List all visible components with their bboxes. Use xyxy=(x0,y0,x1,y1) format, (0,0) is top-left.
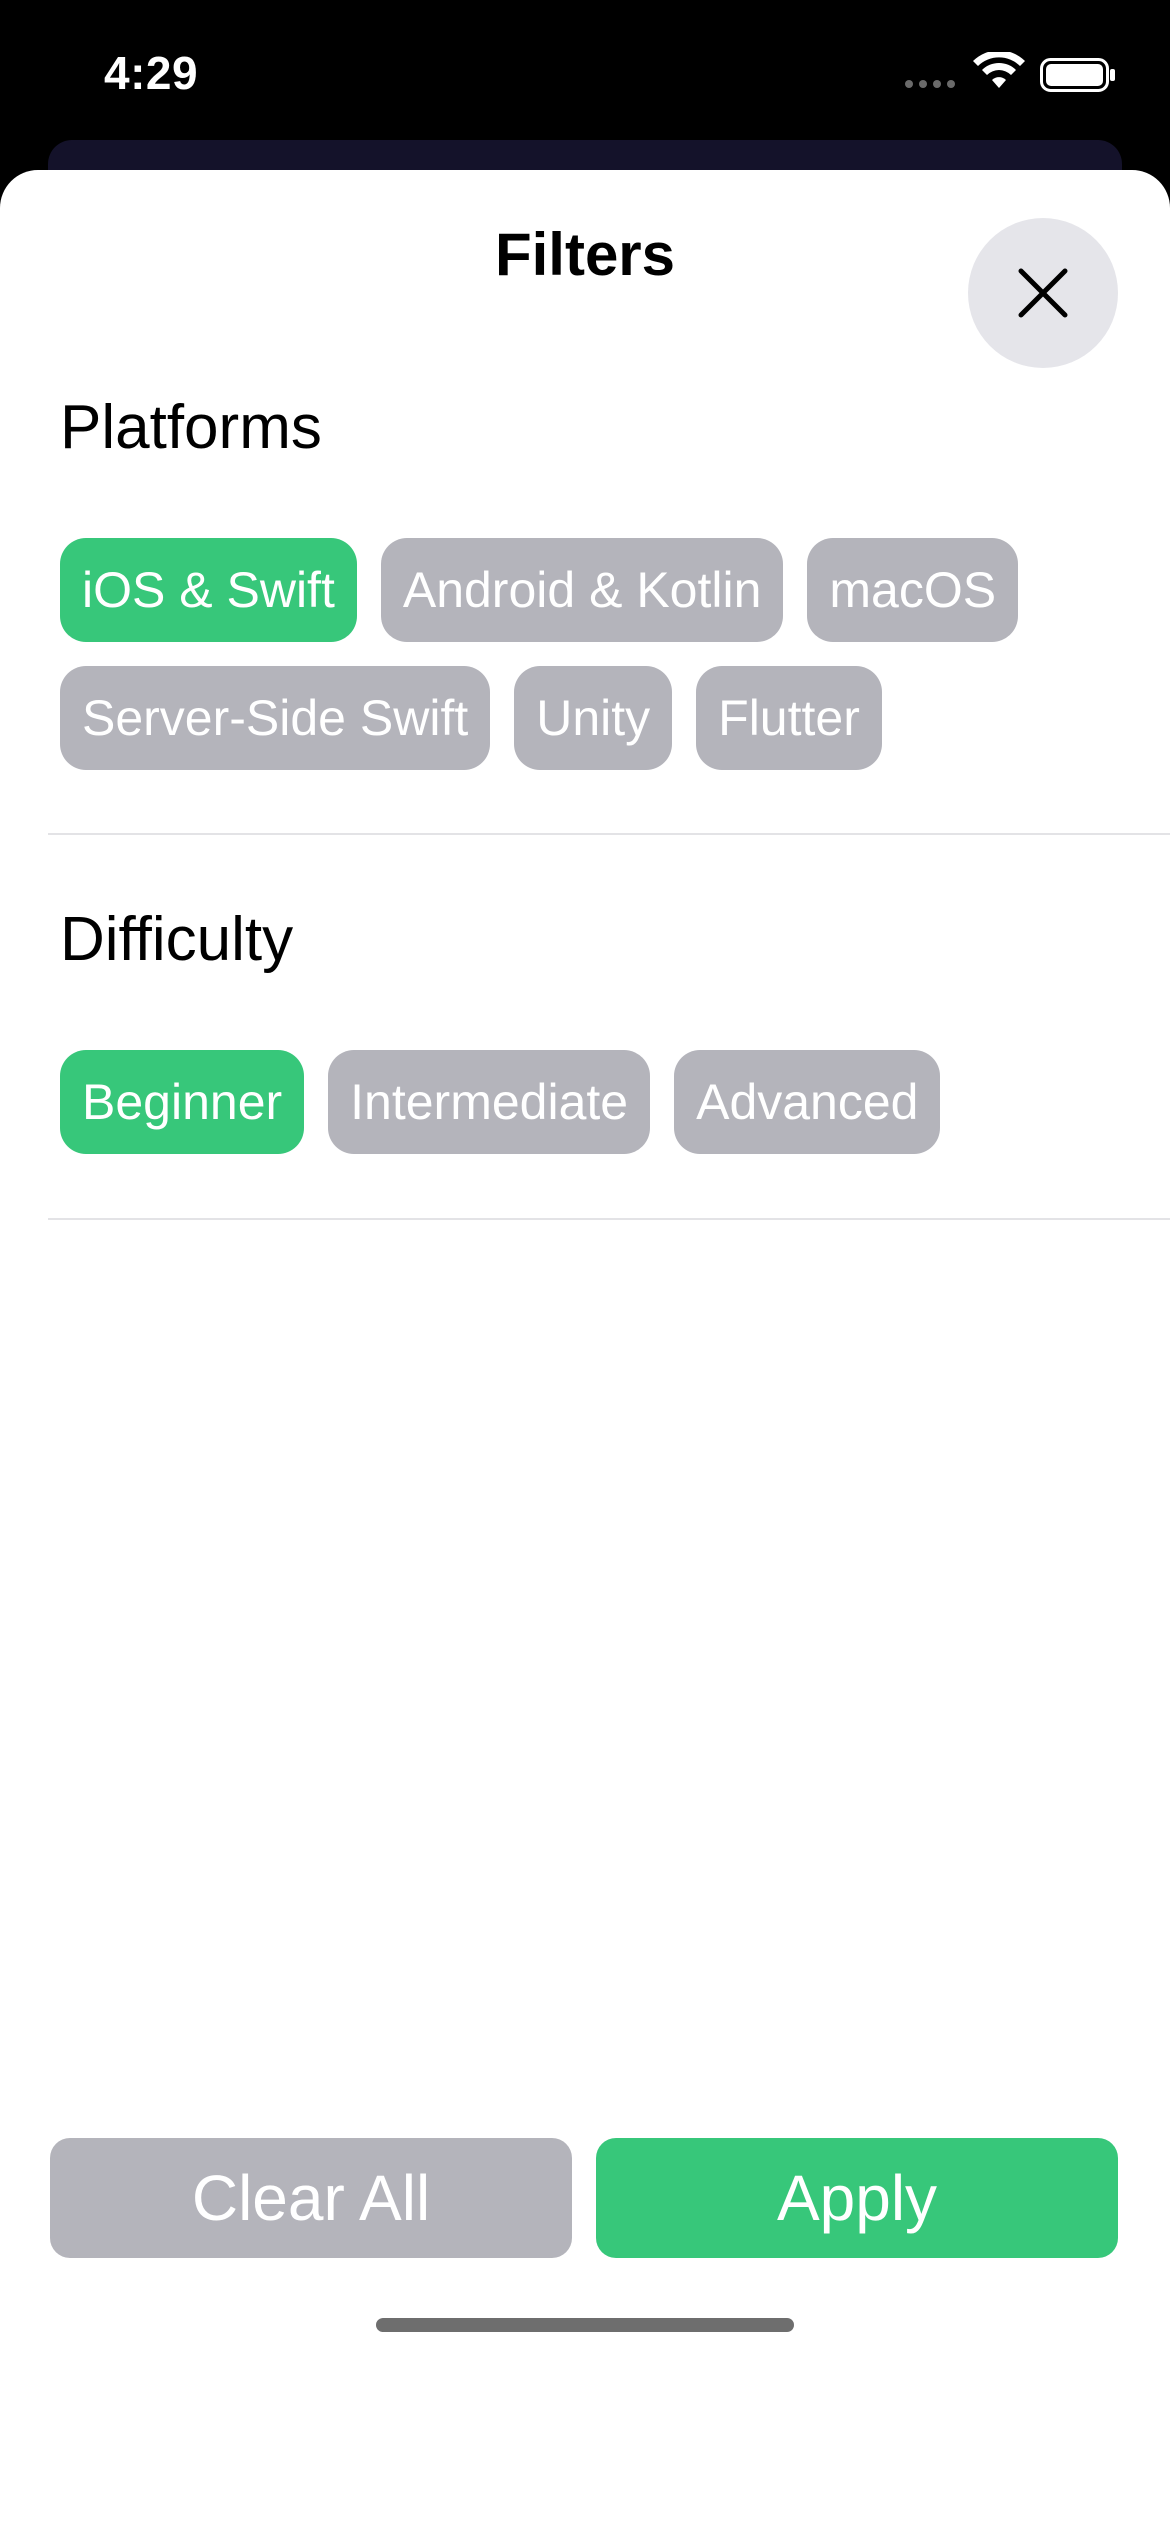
cellular-signal-icon xyxy=(905,80,955,88)
platforms-chip-group: iOS & Swift Android & Kotlin macOS Serve… xyxy=(60,538,1120,770)
apply-button[interactable]: Apply xyxy=(596,2138,1118,2258)
status-time: 4:29 xyxy=(104,47,199,99)
close-button[interactable] xyxy=(968,218,1118,368)
chip-macos[interactable]: macOS xyxy=(807,538,1019,642)
chip-flutter[interactable]: Flutter xyxy=(696,666,882,770)
chip-server-side-swift[interactable]: Server-Side Swift xyxy=(60,666,491,770)
chip-beginner[interactable]: Beginner xyxy=(60,1050,305,1154)
chip-intermediate[interactable]: Intermediate xyxy=(328,1050,651,1154)
wifi-icon xyxy=(973,52,1025,88)
chip-advanced[interactable]: Advanced xyxy=(674,1050,941,1154)
chip-ios-swift[interactable]: iOS & Swift xyxy=(60,538,357,642)
status-bar: 4:29 xyxy=(0,0,1170,140)
clear-all-button[interactable]: Clear All xyxy=(50,2138,572,2258)
home-indicator[interactable] xyxy=(376,2318,794,2332)
chip-android-kotlin[interactable]: Android & Kotlin xyxy=(380,538,784,642)
chip-unity[interactable]: Unity xyxy=(514,666,673,770)
battery-icon xyxy=(1040,58,1115,92)
section-divider xyxy=(48,833,1170,835)
platforms-heading: Platforms xyxy=(60,393,322,462)
difficulty-heading: Difficulty xyxy=(60,905,294,974)
close-icon xyxy=(1018,268,1068,318)
section-divider xyxy=(48,1218,1170,1220)
difficulty-chip-group: Beginner Intermediate Advanced xyxy=(60,1050,1120,1154)
